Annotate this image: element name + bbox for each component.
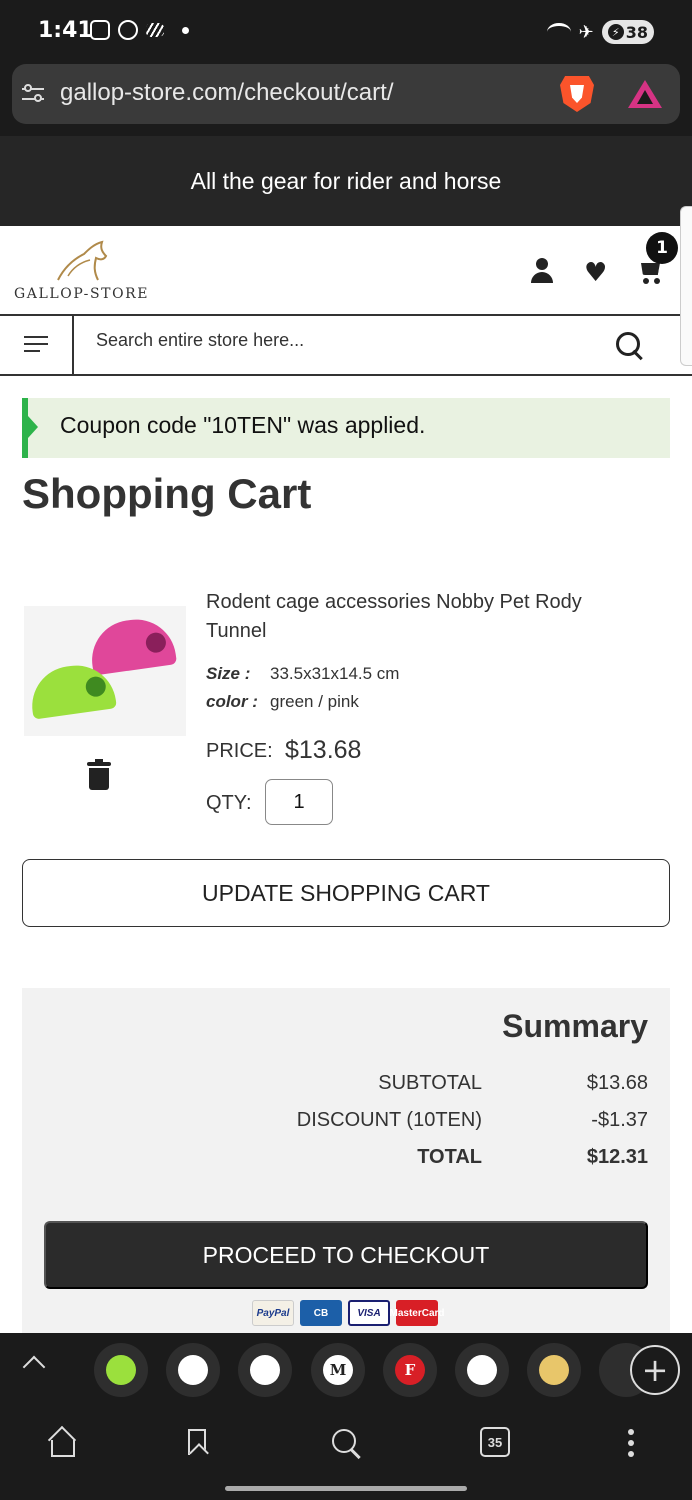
summary-label: DISCOUNT (10TEN) [296, 1109, 482, 1131]
new-tab-plus-icon[interactable]: + [630, 1345, 680, 1395]
site-settings-icon[interactable] [22, 82, 46, 106]
price-label: PRICE: [206, 740, 273, 762]
summary-label: SUBTOTAL [378, 1072, 482, 1094]
success-message: Coupon code "10TEN" was applied. [22, 398, 670, 458]
menu-button[interactable] [0, 316, 74, 374]
search-icon[interactable] [330, 1427, 362, 1459]
tab-switcher-button[interactable]: 35 [480, 1427, 510, 1457]
address-bar[interactable]: gallop-store.com/checkout/cart/ [12, 64, 680, 124]
url-text[interactable]: gallop-store.com/checkout/cart/ [60, 79, 393, 107]
search-input[interactable] [96, 330, 576, 351]
gesture-home-indicator[interactable] [225, 1486, 467, 1491]
brave-rewards-icon[interactable] [628, 80, 662, 108]
delete-item-trash-icon[interactable] [87, 759, 111, 790]
summary-value: -$1.37 [591, 1109, 648, 1131]
search-icon[interactable] [614, 330, 646, 362]
cart-count-badge[interactable]: 1 [646, 232, 678, 264]
tab-thumbnail[interactable]: F [383, 1343, 437, 1397]
summary-label: TOTAL [417, 1146, 482, 1168]
whatsapp-icon [118, 20, 138, 40]
summary-row-discount: DISCOUNT (10TEN) -$1.37 [22, 1109, 670, 1139]
tab-thumbnail[interactable] [455, 1343, 509, 1397]
more-notifications-dot-icon [182, 26, 189, 34]
option-label: Size : [206, 664, 251, 683]
status-bar: 1:41 ✈ ⚡ 38 [0, 0, 692, 62]
wifi-icon [546, 23, 571, 41]
home-icon[interactable] [48, 1429, 75, 1457]
option-label: color : [206, 692, 258, 711]
summary-row-total: TOTAL $12.31 [22, 1146, 670, 1176]
logo-text[interactable]: GALLOP-STORE [14, 286, 149, 302]
option-size: Size : 33.5x31x14.5 cm [206, 664, 399, 684]
cb-card-logo-icon: CB [300, 1300, 342, 1326]
chevron-up-icon[interactable] [22, 1355, 46, 1379]
summary-row-subtotal: SUBTOTAL $13.68 [22, 1072, 670, 1102]
banner-text: All the gear for rider and horse [190, 167, 502, 194]
signal-off-icon [146, 23, 164, 37]
battery-level: 38 [625, 22, 648, 42]
quantity-input[interactable] [265, 779, 333, 825]
mastercard-logo-icon: MasterCard [389, 1300, 445, 1326]
brave-shields-icon[interactable] [560, 76, 594, 112]
account-icon[interactable] [530, 258, 554, 284]
battery-indicator: ⚡ 38 [601, 20, 654, 44]
screenshot-icon [90, 20, 110, 40]
summary-value: $13.68 [586, 1072, 648, 1094]
option-color: color : green / pink [206, 692, 359, 712]
site-header: GALLOP-STORE ♥ [0, 226, 692, 316]
horse-logo-icon[interactable] [54, 240, 110, 282]
browser-toolbar: gallop-store.com/checkout/cart/ [0, 62, 692, 136]
proceed-to-checkout-button[interactable]: PROCEED TO CHECKOUT [44, 1221, 648, 1289]
price-value: $13.68 [285, 736, 362, 764]
summary-title: Summary [502, 1008, 648, 1044]
paypal-logo-icon: PayPal [252, 1300, 294, 1326]
payment-methods: PayPal CB VISA MasterCard [252, 1300, 445, 1326]
summary-value: $12.31 [586, 1146, 648, 1168]
tab-thumbnail[interactable] [527, 1343, 581, 1397]
tab-thumbnail[interactable]: M [311, 1343, 365, 1397]
charging-icon: ⚡ [607, 24, 624, 40]
visa-logo-icon: VISA [348, 1300, 390, 1326]
airplane-icon: ✈ [578, 21, 594, 43]
wishlist-heart-icon[interactable]: ♥ [584, 260, 607, 286]
message-arrow-icon [28, 416, 38, 438]
pink-tunnel-graphic [86, 614, 178, 676]
tab-thumbnail[interactable] [166, 1343, 220, 1397]
qty-label: QTY: [206, 792, 252, 814]
update-cart-button[interactable]: UPDATE SHOPPING CART [22, 859, 670, 927]
menu-icon-line [24, 336, 48, 338]
more-menu-icon[interactable] [628, 1429, 634, 1457]
notification-icons [90, 20, 189, 40]
option-value: green / pink [270, 692, 359, 711]
product-image[interactable] [24, 606, 186, 736]
option-value: 33.5x31x14.5 cm [270, 664, 400, 683]
promo-banner: All the gear for rider and horse [0, 136, 692, 226]
tab-thumbnail[interactable] [238, 1343, 292, 1397]
status-time: 1:41 [38, 18, 93, 43]
product-name[interactable]: Rodent cage accessories Nobby Pet Rody T… [206, 588, 646, 646]
tab-strip: M F + [0, 1333, 692, 1405]
system-icons: ✈ ⚡ 38 [546, 20, 654, 44]
search-bar [0, 316, 692, 376]
message-text: Coupon code "10TEN" was applied. [60, 412, 426, 438]
order-summary: Summary SUBTOTAL $13.68 DISCOUNT (10TEN)… [22, 988, 670, 1334]
bookmark-icon[interactable] [188, 1429, 206, 1455]
tab-thumbnail[interactable] [94, 1343, 148, 1397]
page-title: Shopping Cart [22, 470, 312, 517]
